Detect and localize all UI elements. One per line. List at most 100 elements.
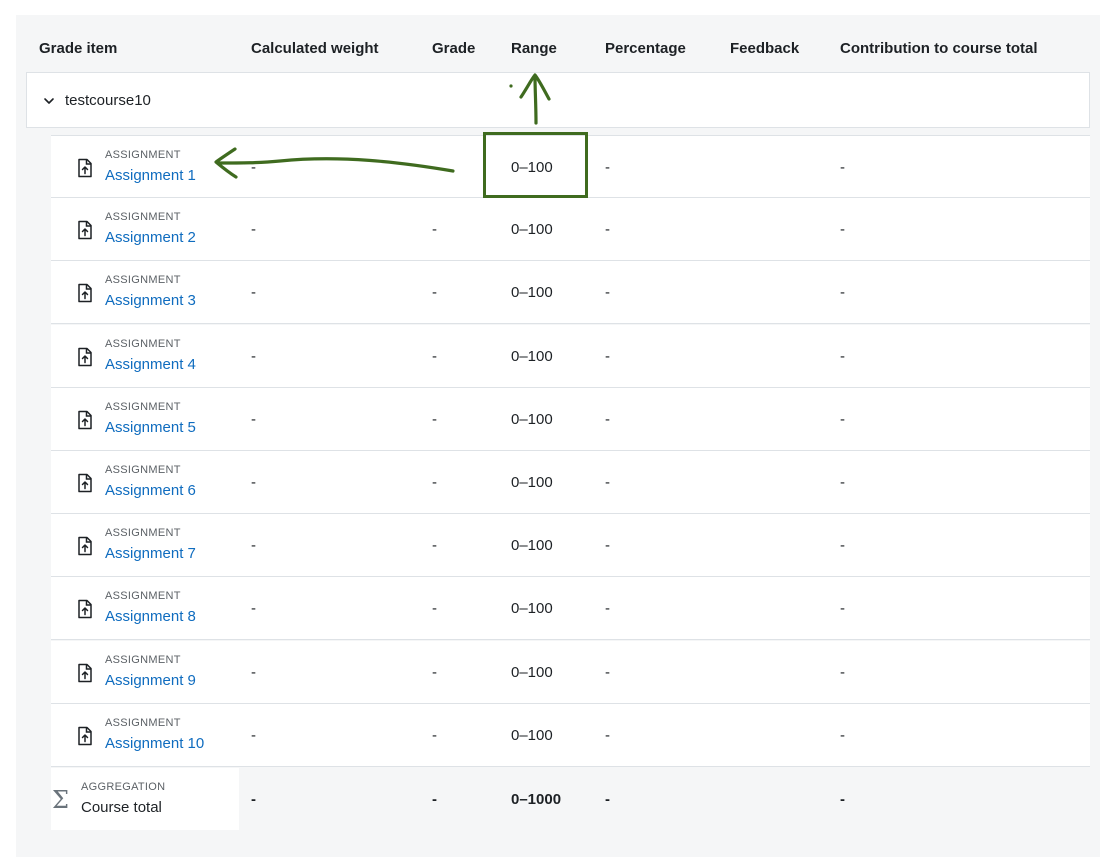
assignment-link[interactable]: Assignment 9	[105, 672, 196, 689]
grade-cell: -	[432, 410, 437, 428]
grade-item-row: ASSIGNMENT Assignment 6 - - 0–100 - -	[51, 451, 1090, 514]
calculated-weight-cell: -	[251, 221, 256, 239]
header-feedback: Feedback	[730, 40, 800, 57]
item-type-label: ASSIGNMENT	[105, 653, 181, 666]
calculated-weight-cell: -	[251, 347, 256, 365]
assignment-upload-icon	[77, 473, 93, 493]
contribution-cell: -	[840, 474, 845, 491]
total-percentage: -	[605, 791, 610, 808]
calculated-weight-cell: -	[251, 537, 256, 555]
assignment-upload-icon	[77, 347, 93, 367]
item-type-label: ASSIGNMENT	[105, 527, 181, 540]
grade-item-row: ASSIGNMENT Assignment 9 - - 0–100 - -	[51, 640, 1090, 704]
assignment-upload-icon	[77, 158, 93, 178]
grade-cell: -	[432, 663, 437, 681]
calculated-weight-cell: -	[251, 284, 256, 302]
category-name: testcourse10	[65, 92, 151, 109]
item-type-label: ASSIGNMENT	[105, 400, 181, 413]
range-cell: 0–100	[511, 600, 553, 618]
item-type-label: ASSIGNMENT	[105, 211, 181, 224]
assignment-upload-icon	[77, 410, 93, 430]
assignment-link[interactable]: Assignment 6	[105, 482, 196, 499]
assignment-link[interactable]: Assignment 2	[105, 229, 196, 246]
contribution-cell: -	[840, 410, 845, 428]
course-total-row: Σ AGGREGATION Course total - - 0–1000 - …	[51, 768, 1090, 830]
assignment-link[interactable]: Assignment 3	[105, 292, 196, 309]
calculated-weight-cell: -	[251, 663, 256, 681]
assignment-link[interactable]: Assignment 8	[105, 608, 196, 625]
chevron-down-icon[interactable]	[43, 94, 55, 106]
range-cell: 0–100	[511, 284, 553, 302]
total-grade: -	[432, 791, 437, 808]
grade-cell: -	[432, 347, 437, 365]
grade-item-row: ASSIGNMENT Assignment 10 - - 0–100 - -	[51, 703, 1090, 767]
assignment-link[interactable]: Assignment 1	[105, 167, 196, 184]
assignment-upload-icon	[77, 283, 93, 303]
range-cell: 0–100	[511, 474, 553, 491]
calculated-weight-cell: -	[251, 600, 256, 618]
header-grade-item: Grade item	[39, 40, 118, 57]
assignment-upload-icon	[77, 599, 93, 619]
percentage-cell: -	[605, 410, 610, 428]
course-total-name: Course total	[81, 799, 162, 816]
assignment-upload-icon	[77, 663, 93, 683]
range-cell: 0–100	[511, 663, 553, 681]
percentage-cell: -	[605, 159, 610, 176]
percentage-cell: -	[605, 284, 610, 302]
header-grade: Grade	[432, 40, 476, 57]
contribution-cell: -	[840, 221, 845, 239]
total-weight: -	[251, 791, 256, 808]
calculated-weight-cell: -	[251, 474, 256, 491]
assignment-link[interactable]: Assignment 7	[105, 545, 196, 562]
total-range: 0–1000	[511, 791, 562, 808]
item-type-label: AGGREGATION	[81, 781, 166, 793]
grade-cell: -	[432, 474, 437, 491]
assignment-upload-icon	[77, 726, 93, 746]
calculated-weight-cell: -	[251, 726, 256, 744]
assignment-link[interactable]: Assignment 10	[105, 735, 204, 752]
contribution-cell: -	[840, 159, 845, 176]
assignment-link[interactable]: Assignment 4	[105, 356, 196, 373]
grade-item-row: ASSIGNMENT Assignment 2 - - 0–100 - -	[51, 198, 1090, 262]
grade-cell: -	[432, 600, 437, 618]
header-range: Range	[511, 40, 557, 57]
item-type-label: ASSIGNMENT	[105, 337, 181, 350]
grade-cell: -	[432, 537, 437, 555]
item-type-label: ASSIGNMENT	[105, 149, 181, 161]
percentage-cell: -	[605, 663, 610, 681]
range-cell: 0–100	[511, 537, 553, 555]
grade-item-row: ASSIGNMENT Assignment 1 - 0–100 - -	[51, 135, 1090, 198]
range-cell: 0–100	[511, 726, 553, 744]
user-report-panel: Grade item Calculated weight Grade Range…	[16, 15, 1100, 857]
grade-cell: -	[432, 221, 437, 239]
assignment-link[interactable]: Assignment 5	[105, 419, 196, 436]
percentage-cell: -	[605, 537, 610, 555]
header-calculated-weight: Calculated weight	[251, 40, 379, 57]
total-contribution: -	[840, 791, 845, 808]
grade-cell: -	[432, 284, 437, 302]
grade-item-row: ASSIGNMENT Assignment 8 - - 0–100 - -	[51, 577, 1090, 641]
sigma-icon: Σ	[52, 786, 69, 814]
range-cell: 0–100	[511, 410, 553, 428]
percentage-cell: -	[605, 474, 610, 491]
contribution-cell: -	[840, 284, 845, 302]
header-percentage: Percentage	[605, 40, 686, 57]
course-total-label-cell: Σ AGGREGATION Course total	[51, 768, 239, 830]
item-type-label: ASSIGNMENT	[105, 716, 181, 729]
grade-item-row: ASSIGNMENT Assignment 4 - - 0–100 - -	[51, 324, 1090, 388]
grade-item-row: ASSIGNMENT Assignment 3 - - 0–100 - -	[51, 261, 1090, 325]
header-contribution: Contribution to course total	[840, 40, 1038, 57]
assignment-upload-icon	[77, 536, 93, 556]
calculated-weight-cell: -	[251, 159, 256, 176]
range-cell: 0–100	[511, 347, 553, 365]
item-type-label: ASSIGNMENT	[105, 274, 181, 287]
percentage-cell: -	[605, 221, 610, 239]
contribution-cell: -	[840, 726, 845, 744]
percentage-cell: -	[605, 347, 610, 365]
category-row: testcourse10	[26, 72, 1090, 128]
percentage-cell: -	[605, 600, 610, 618]
range-cell: 0–100	[511, 221, 553, 239]
grade-item-row: ASSIGNMENT Assignment 5 - - 0–100 - -	[51, 387, 1090, 451]
range-cell: 0–100	[511, 159, 553, 176]
calculated-weight-cell: -	[251, 410, 256, 428]
